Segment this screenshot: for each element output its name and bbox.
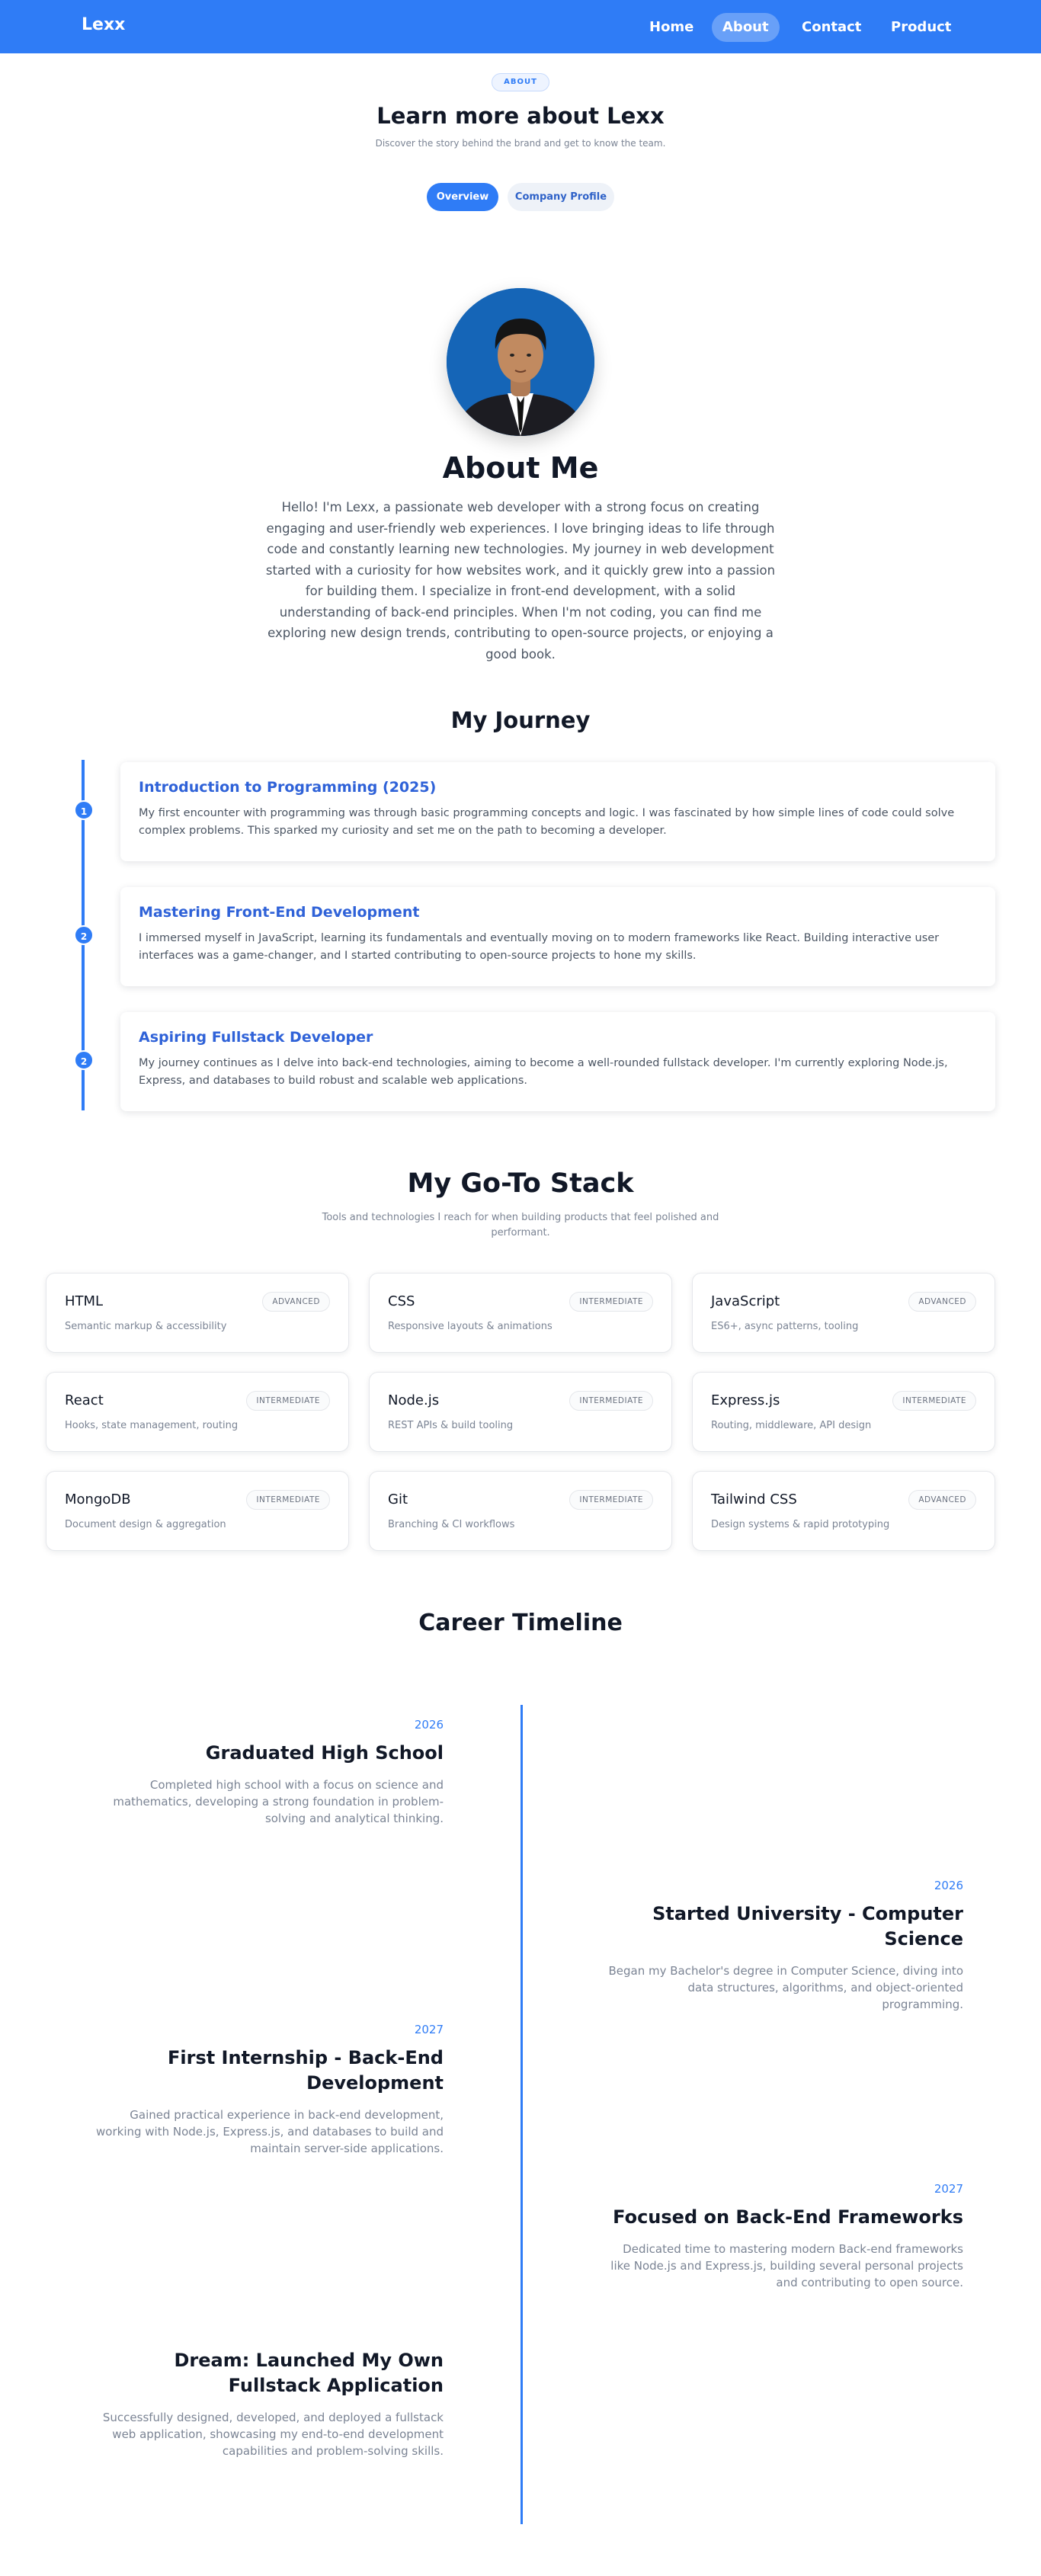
stack-subtitle: Tools and technologies I reach for when … <box>322 1212 719 1238</box>
career-timeline-line <box>520 1705 523 2524</box>
nav-link-about[interactable]: About <box>712 13 780 42</box>
journey-card-text: I immersed myself in JavaScript, learnin… <box>139 932 940 962</box>
stack-card-name: React <box>65 1392 104 1408</box>
career-item-title: Started University - Computer Science <box>652 1903 963 1950</box>
career-year: 2026 <box>414 1718 444 1732</box>
career-item-desc: Successfully designed, developed, and de… <box>102 2411 444 2458</box>
career-year: 2026 <box>934 1879 963 1892</box>
journey-card: Mastering Front-End Development I immers… <box>120 887 995 986</box>
journey-card-title: Introduction to Programming (2025) <box>139 779 437 796</box>
career-item-desc: Began my Bachelor's degree in Computer S… <box>608 1964 963 2011</box>
nav-link-product[interactable]: Product <box>880 13 962 42</box>
skill-level-badge: INTERMEDIATE <box>569 1391 653 1411</box>
career-item-title: First Internship - Back-End Development <box>167 2047 444 2094</box>
career-item-title: Dream: Launched My Own Fullstack Applica… <box>174 2350 444 2396</box>
section-badge: ABOUT <box>492 73 549 91</box>
stack-card-nodejs: Node.js INTERMEDIATE REST APIs & build t… <box>369 1372 672 1452</box>
stack-card-tailwind: Tailwind CSS ADVANCED Design systems & r… <box>692 1471 995 1551</box>
skill-level-badge: INTERMEDIATE <box>569 1292 653 1312</box>
journey-step-marker: 2 <box>74 925 94 945</box>
career-item-title: Graduated High School <box>205 1742 444 1764</box>
career-item: 2027 Focused on Back-End Frameworks Dedi… <box>605 2182 963 2291</box>
career-title: Career Timeline <box>418 1610 623 1636</box>
stack-card-mongodb: MongoDB INTERMEDIATE Document design & a… <box>46 1471 349 1551</box>
about-description: Hello! I'm Lexx, a passionate web develo… <box>265 500 776 662</box>
career-item: 2026 Graduated High School Completed hig… <box>85 1718 444 1827</box>
about-title: About Me <box>442 451 599 485</box>
stack-card-name: Tailwind CSS <box>711 1491 797 1507</box>
top-navbar: Lexx Home About Contact Product <box>0 0 1041 53</box>
page-subtitle: Discover the story behind the brand and … <box>375 138 666 149</box>
stack-card-desc: Branching & CI workflows <box>388 1519 515 1530</box>
stack-card-desc: Hooks, state management, routing <box>65 1420 239 1431</box>
tab-overview[interactable]: Overview <box>427 183 498 211</box>
career-item-desc: Completed high school with a focus on sc… <box>113 1778 444 1825</box>
profile-photo <box>447 288 594 436</box>
stack-card-name: Git <box>388 1491 408 1507</box>
journey-step-marker: 2 <box>74 1050 94 1070</box>
career-item: 2027 First Internship - Back-End Develop… <box>85 2023 444 2157</box>
stack-card-expressjs: Express.js INTERMEDIATE Routing, middlew… <box>692 1372 995 1452</box>
journey-card-text: My first encounter with programming was … <box>139 807 955 837</box>
tab-company-profile[interactable]: Company Profile <box>508 183 614 211</box>
stack-card-javascript: JavaScript ADVANCED ES6+, async patterns… <box>692 1273 995 1353</box>
skill-level-badge: ADVANCED <box>908 1292 976 1312</box>
stack-card-html: HTML ADVANCED Semantic markup & accessib… <box>46 1273 349 1353</box>
stack-card-css: CSS INTERMEDIATE Responsive layouts & an… <box>369 1273 672 1353</box>
nav-link-contact[interactable]: Contact <box>791 13 872 42</box>
career-item-desc: Gained practical experience in back-end … <box>96 2108 444 2155</box>
stack-card-desc: Design systems & rapid prototyping <box>711 1519 890 1530</box>
stack-card-desc: Routing, middleware, API design <box>711 1420 872 1431</box>
skill-level-badge: INTERMEDIATE <box>246 1490 330 1510</box>
stack-title: My Go-To Stack <box>407 1168 634 1199</box>
career-year: 2027 <box>414 2023 444 2036</box>
skill-level-badge: INTERMEDIATE <box>569 1490 653 1510</box>
journey-step-marker: 1 <box>74 800 94 820</box>
journey-card-title: Aspiring Fullstack Developer <box>139 1029 373 1046</box>
career-year: 2027 <box>934 2182 963 2196</box>
stack-card-desc: ES6+, async patterns, tooling <box>711 1321 859 1332</box>
journey-card: Introduction to Programming (2025) My fi… <box>120 762 995 861</box>
stack-card-desc: Document design & aggregation <box>65 1519 226 1530</box>
stack-card-name: HTML <box>65 1293 104 1309</box>
skill-level-badge: INTERMEDIATE <box>892 1391 976 1411</box>
brand-logo[interactable]: Lexx <box>82 15 125 34</box>
stack-card-desc: Semantic markup & accessibility <box>65 1321 227 1332</box>
career-item-title: Focused on Back-End Frameworks <box>613 2206 963 2228</box>
stack-card-name: MongoDB <box>65 1491 131 1507</box>
stack-card-name: Express.js <box>711 1392 780 1408</box>
journey-card: Aspiring Fullstack Developer My journey … <box>120 1012 995 1111</box>
page-title: Learn more about Lexx <box>376 103 665 129</box>
nav-link-home[interactable]: Home <box>639 13 704 42</box>
career-item-desc: Dedicated time to mastering modern Back-… <box>610 2242 963 2289</box>
stack-card-name: CSS <box>388 1293 415 1309</box>
skill-level-badge: ADVANCED <box>908 1490 976 1510</box>
stack-card-git: Git INTERMEDIATE Branching & CI workflow… <box>369 1471 672 1551</box>
skill-level-badge: ADVANCED <box>262 1292 330 1312</box>
career-item: Dream: Launched My Own Fullstack Applica… <box>85 2348 444 2459</box>
journey-title: My Journey <box>450 707 591 733</box>
stack-card-desc: Responsive layouts & animations <box>388 1321 553 1332</box>
journey-card-text: My journey continues as I delve into bac… <box>139 1057 948 1087</box>
avatar <box>447 288 594 436</box>
skill-level-badge: INTERMEDIATE <box>246 1391 330 1411</box>
stack-card-name: JavaScript <box>711 1293 780 1309</box>
stack-card-name: Node.js <box>388 1392 440 1408</box>
journey-card-title: Mastering Front-End Development <box>139 904 420 921</box>
career-item: 2026 Started University - Computer Scien… <box>605 1879 963 2013</box>
stack-card-react: React INTERMEDIATE Hooks, state manageme… <box>46 1372 349 1452</box>
stack-card-desc: REST APIs & build tooling <box>388 1420 514 1431</box>
